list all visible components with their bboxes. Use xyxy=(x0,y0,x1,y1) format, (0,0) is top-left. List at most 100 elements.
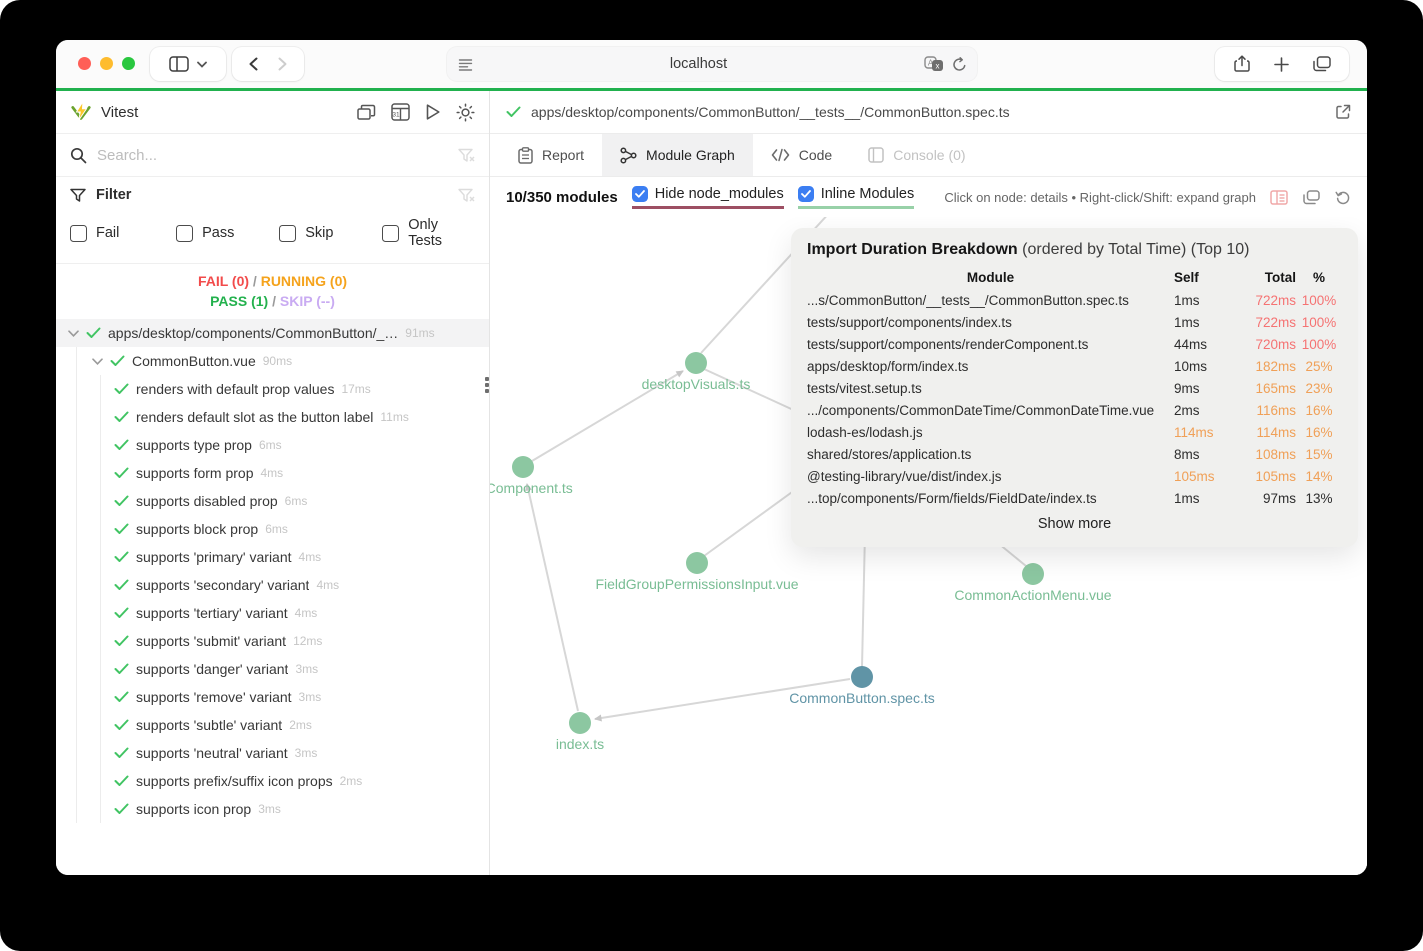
graph-node-CommonButton-spec-ts[interactable] xyxy=(851,666,873,688)
open-external-icon[interactable] xyxy=(1335,104,1351,120)
breakdown-pct: 100% xyxy=(1301,315,1337,330)
test-row[interactable]: supports block prop 6ms xyxy=(56,515,489,543)
test-row[interactable]: supports 'secondary' variant 4ms xyxy=(56,571,489,599)
new-tab-icon[interactable] xyxy=(1273,56,1289,72)
run-tests-icon[interactable] xyxy=(425,103,441,121)
search-bar[interactable]: Search... xyxy=(56,133,489,177)
breakdown-module[interactable]: ...s/CommonButton/__tests__/CommonButton… xyxy=(807,290,1174,312)
breakdown-module[interactable]: tests/vitest.setup.ts xyxy=(807,378,1174,400)
test-row[interactable]: supports 'neutral' variant 3ms xyxy=(56,739,489,767)
tab-module-graph[interactable]: Module Graph xyxy=(602,134,753,176)
back-button[interactable] xyxy=(249,57,258,71)
forward-button[interactable] xyxy=(278,57,287,71)
tab-code[interactable]: Code xyxy=(753,134,850,176)
tree-row-file[interactable]: apps/desktop/components/CommonButton/_… … xyxy=(56,319,489,347)
graph-node-desktopVisuals-ts[interactable] xyxy=(685,352,707,374)
reset-graph-icon[interactable] xyxy=(1335,189,1351,205)
clear-search-icon[interactable] xyxy=(458,148,475,163)
share-icon[interactable] xyxy=(1233,55,1250,73)
breakdown-row[interactable]: ...top/components/Form/fields/FieldDate/… xyxy=(807,488,1342,510)
checkbox-checked[interactable] xyxy=(797,185,814,202)
breakdown-row[interactable]: apps/desktop/form/index.ts 10ms 182ms 25% xyxy=(807,356,1342,378)
legend-icon[interactable] xyxy=(1270,189,1288,205)
test-row[interactable]: supports type prop 6ms xyxy=(56,431,489,459)
column-header-pct: % xyxy=(1312,270,1325,285)
test-row[interactable]: supports prefix/suffix icon props 2ms xyxy=(56,767,489,795)
checkbox-unchecked[interactable] xyxy=(70,224,87,242)
breakdown-module[interactable]: tests/support/components/index.ts xyxy=(807,312,1174,334)
checkbox-unchecked[interactable] xyxy=(279,224,297,242)
sidebar-toggle-group[interactable] xyxy=(150,47,226,81)
filter-checkbox-skip[interactable]: Skip xyxy=(279,217,382,249)
filter-checkbox-fail[interactable]: Fail xyxy=(70,217,176,249)
chevron-down-icon[interactable] xyxy=(68,329,79,337)
chevron-down-icon[interactable] xyxy=(197,61,207,68)
test-row[interactable]: supports 'remove' variant 3ms xyxy=(56,683,489,711)
tab-report[interactable]: Report xyxy=(500,134,602,176)
breakdown-module[interactable]: lodash-es/lodash.js xyxy=(807,422,1174,444)
export-graph-icon[interactable] xyxy=(1303,189,1320,205)
breakdown-row[interactable]: tests/vitest.setup.ts 9ms 165ms 23% xyxy=(807,378,1342,400)
test-row[interactable]: supports 'tertiary' variant 4ms xyxy=(56,599,489,627)
url-text[interactable]: localhost xyxy=(473,56,924,72)
test-row[interactable]: supports form prop 4ms xyxy=(56,459,489,487)
breakdown-module[interactable]: apps/desktop/form/index.ts xyxy=(807,356,1174,378)
checkbox-unchecked[interactable] xyxy=(382,224,400,242)
minimize-window-button[interactable] xyxy=(100,57,113,70)
checkbox-unchecked[interactable] xyxy=(176,224,194,242)
clear-filter-icon[interactable] xyxy=(458,188,475,203)
breakdown-row[interactable]: .../components/CommonDateTime/CommonDate… xyxy=(807,400,1342,422)
graph-node-label: FieldGroupPermissionsInput.vue xyxy=(595,576,799,592)
tab-overview-icon[interactable] xyxy=(1312,56,1331,72)
breakdown-row[interactable]: shared/stores/application.ts 8ms 108ms 15% xyxy=(807,444,1342,466)
test-row[interactable]: supports disabled prop 6ms xyxy=(56,487,489,515)
toggle-inline-modules[interactable]: Inline Modules xyxy=(797,185,915,209)
search-input[interactable]: Search... xyxy=(97,147,448,164)
reload-icon[interactable] xyxy=(952,56,967,72)
graph-node-FieldGroupPermissionsInput-vue[interactable] xyxy=(686,552,708,574)
tab-console[interactable]: Console (0) xyxy=(850,134,983,176)
graph-node-label: index.ts xyxy=(555,736,605,752)
breakdown-module[interactable]: ...top/components/Form/fields/FieldDate/… xyxy=(807,488,1174,510)
dashboard-icon[interactable]: 31 xyxy=(391,103,410,121)
breakdown-row[interactable]: ...s/CommonButton/__tests__/CommonButton… xyxy=(807,290,1342,312)
test-row[interactable]: supports 'submit' variant 12ms xyxy=(56,627,489,655)
zoom-window-button[interactable] xyxy=(122,57,135,70)
graph-node-erComponent-ts[interactable] xyxy=(512,456,534,478)
collapse-panels-icon[interactable] xyxy=(357,104,376,121)
filter-checkbox-pass[interactable]: Pass xyxy=(176,217,279,249)
breakdown-row[interactable]: tests/support/components/index.ts 1ms 722m… xyxy=(807,312,1342,334)
breakdown-module[interactable]: shared/stores/application.ts xyxy=(807,444,1174,466)
module-graph-canvas[interactable]: Import Duration Breakdown (ordered by To… xyxy=(490,217,1367,875)
filter-checkbox-only-tests[interactable]: Only Tests xyxy=(382,217,475,249)
show-more-button[interactable]: Show more xyxy=(807,516,1342,532)
graph-node-index-ts[interactable] xyxy=(569,712,591,734)
close-window-button[interactable] xyxy=(78,57,91,70)
check-icon xyxy=(114,607,129,618)
breakdown-module[interactable]: @testing-library/vue/dist/index.js xyxy=(807,466,1174,488)
theme-toggle-icon[interactable] xyxy=(456,102,475,122)
test-row[interactable]: renders with default prop values 17ms xyxy=(56,375,489,403)
running-count: RUNNING (0) xyxy=(260,273,348,289)
test-row[interactable]: supports 'primary' variant 4ms xyxy=(56,543,489,571)
test-row[interactable]: supports 'danger' variant 3ms xyxy=(56,655,489,683)
address-bar[interactable]: localhost Ax xyxy=(447,47,977,81)
graph-node-CommonActionMenu-vue[interactable] xyxy=(1022,563,1044,585)
breakdown-module[interactable]: .../components/CommonDateTime/CommonDate… xyxy=(807,400,1174,422)
breakdown-row[interactable]: @testing-library/vue/dist/index.js 105ms 1… xyxy=(807,466,1342,488)
toggle-hide-node-modules[interactable]: Hide node_modules xyxy=(631,185,784,209)
tree-row-label: apps/desktop/components/CommonButton/_… xyxy=(108,325,399,341)
reader-view-icon[interactable] xyxy=(458,58,473,71)
test-row[interactable]: renders default slot as the button label… xyxy=(56,403,489,431)
tree-row-suite[interactable]: CommonButton.vue 90ms xyxy=(56,347,489,375)
breakdown-row[interactable]: tests/support/components/renderComponent… xyxy=(807,334,1342,356)
test-row[interactable]: supports icon prop 3ms xyxy=(56,795,489,823)
sidebar-toggle-icon[interactable] xyxy=(169,56,189,72)
panel-resize-handle[interactable] xyxy=(485,377,489,393)
test-row[interactable]: supports 'subtle' variant 2ms xyxy=(56,711,489,739)
breakdown-row[interactable]: lodash-es/lodash.js 114ms 114ms 16% xyxy=(807,422,1342,444)
translate-icon[interactable]: Ax xyxy=(924,56,944,72)
checkbox-checked[interactable] xyxy=(631,185,648,202)
chevron-down-icon[interactable] xyxy=(92,357,103,365)
breakdown-module[interactable]: tests/support/components/renderComponent… xyxy=(807,334,1174,356)
